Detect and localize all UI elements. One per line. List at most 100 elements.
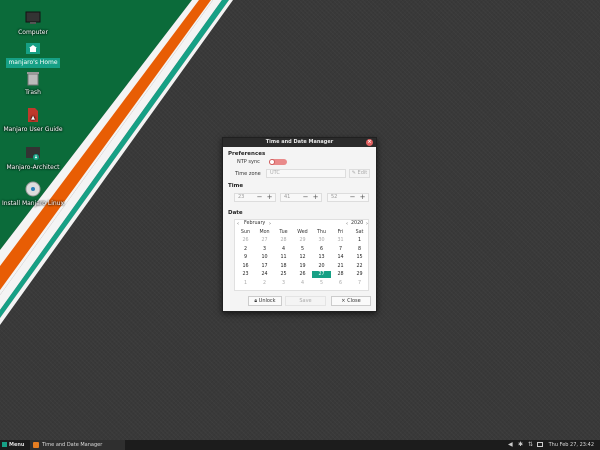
calendar-day[interactable]: 25 [274,271,293,278]
hours-spinner[interactable]: 23 − + [234,193,276,202]
desktop-icon-home[interactable]: manjaro's Home [0,40,68,68]
timezone-label: Time zone [235,171,261,177]
calendar-day[interactable]: 26 [236,237,255,244]
day-name-header: Sun [240,230,251,235]
manjaro-logo-icon [2,442,7,447]
edit-label: Edit [357,170,368,176]
calendar-day[interactable]: 26 [293,271,312,278]
volume-icon[interactable]: ◀ [508,440,513,450]
calendar-day[interactable]: 3 [274,280,293,287]
close-button[interactable]: × Close [331,296,371,306]
calendar-day[interactable]: 3 [255,246,274,253]
task-label: Time and Date Manager [42,442,103,448]
calendar-day[interactable]: 30 [312,237,331,244]
desktop-icon-install[interactable]: Install Manjaro Linux [0,181,68,209]
desktop-icon-computer[interactable]: Computer [0,10,68,38]
screen-icon[interactable] [537,442,543,447]
calendar-day[interactable]: 24 [255,271,274,278]
calendar-day[interactable]: 13 [312,254,331,261]
desktop-icon-user-guide[interactable]: ▲ Manjaro User Guide [0,107,68,135]
calendar-day[interactable]: 6 [331,280,350,287]
day-name-header: Fri [337,230,344,235]
minutes-decrement-button[interactable]: − [301,194,310,201]
calendar-day[interactable]: 22 [350,263,369,270]
hours-decrement-button[interactable]: − [255,194,264,201]
calendar-day[interactable]: 2 [255,280,274,287]
edit-timezone-button[interactable]: ✎ Edit [349,169,370,178]
bluetooth-icon[interactable]: ✱ [518,440,523,450]
minutes-increment-button[interactable]: + [311,194,320,201]
seconds-increment-button[interactable]: + [358,194,367,201]
window-close-button[interactable]: × [366,139,373,146]
close-icon: × [367,139,372,145]
prev-month-button[interactable]: ‹ [237,221,239,227]
hours-increment-button[interactable]: + [265,194,274,201]
next-month-button[interactable]: › [269,221,271,227]
calendar-day[interactable]: 5 [293,246,312,253]
trash-icon [27,72,39,86]
calendar: ‹ February › ‹ 2020 › Sun Mon Tue Wed Thu Fri… [234,219,369,291]
desktop-icon-trash[interactable]: Trash [0,70,68,98]
calendar-day[interactable]: 27 [312,271,331,278]
time-heading: Time [228,183,244,189]
calendar-day[interactable]: 5 [312,280,331,287]
calendar-day[interactable]: 20 [312,263,331,270]
calendar-day[interactable]: 29 [293,237,312,244]
calendar-day[interactable]: 2 [236,246,255,253]
desktop-icon-label: Install Manjaro Linux [1,200,65,207]
calendar-day[interactable]: 14 [331,254,350,261]
minutes-spinner[interactable]: 41 − + [280,193,322,202]
timezone-field[interactable]: UTC [266,169,346,178]
calendar-day[interactable]: 18 [274,263,293,270]
clock[interactable]: Thu Feb 27, 23:42 [549,440,594,450]
pdf-icon: ▲ [28,108,38,122]
day-name-header: Sat [355,230,364,235]
calendar-day[interactable]: 10 [255,254,274,261]
taskbar-window-item[interactable]: Time and Date Manager [30,440,125,450]
desktop: Computer manjaro's Home Trash ▲ Manjaro … [0,0,600,440]
desktop-icon-label: Computer [18,29,48,36]
calendar-day[interactable]: 19 [293,263,312,270]
desktop-icon-architect[interactable]: Manjaro-Architect [0,145,68,173]
calendar-day[interactable]: 12 [293,254,312,261]
calendar-day[interactable]: 7 [350,280,369,287]
calendar-day[interactable]: 23 [236,271,255,278]
desktop-icon-label: manjaro's Home [6,58,60,68]
calendar-day[interactable]: 31 [331,237,350,244]
calendar-day[interactable]: 1 [236,280,255,287]
calendar-day[interactable]: 1 [350,237,369,244]
calendar-day[interactable]: 27 [255,237,274,244]
seconds-spinner[interactable]: 52 − + [327,193,369,202]
calendar-day[interactable]: 16 [236,263,255,270]
desktop-icon-label: Manjaro User Guide [3,126,63,133]
calendar-day[interactable]: 17 [255,263,274,270]
month-label: February [244,221,266,226]
calendar-day[interactable]: 8 [350,246,369,253]
calendar-day[interactable]: 15 [350,254,369,261]
unlock-button[interactable]: 🔒︎ Unlock [248,296,282,306]
calendar-day[interactable]: 28 [274,237,293,244]
network-icon[interactable]: ⇅ [528,440,533,450]
calendar-day[interactable]: 7 [331,246,350,253]
calendar-day[interactable]: 9 [236,254,255,261]
menu-label: Menu [9,442,25,448]
calendar-day[interactable]: 29 [350,271,369,278]
menu-button[interactable]: Menu [2,440,28,450]
prev-year-button[interactable]: ‹ [346,221,348,227]
window-title: Time and Date Manager [265,139,334,145]
calendar-day[interactable]: 4 [293,280,312,287]
calendar-day[interactable]: 4 [274,246,293,253]
ntp-sync-toggle[interactable] [269,159,287,165]
save-button[interactable]: Save [285,296,326,306]
seconds-value: 52 [331,194,338,200]
minutes-value: 41 [284,194,291,200]
window-titlebar[interactable]: Time and Date Manager × [223,138,376,147]
next-year-button[interactable]: › [366,221,368,227]
calendar-day[interactable]: 11 [274,254,293,261]
day-name-header: Thu [316,230,326,235]
calendar-day[interactable]: 6 [312,246,331,253]
calendar-day[interactable]: 21 [331,263,350,270]
seconds-decrement-button[interactable]: − [348,194,357,201]
calendar-day[interactable]: 28 [331,271,350,278]
terminal-icon [26,147,40,160]
